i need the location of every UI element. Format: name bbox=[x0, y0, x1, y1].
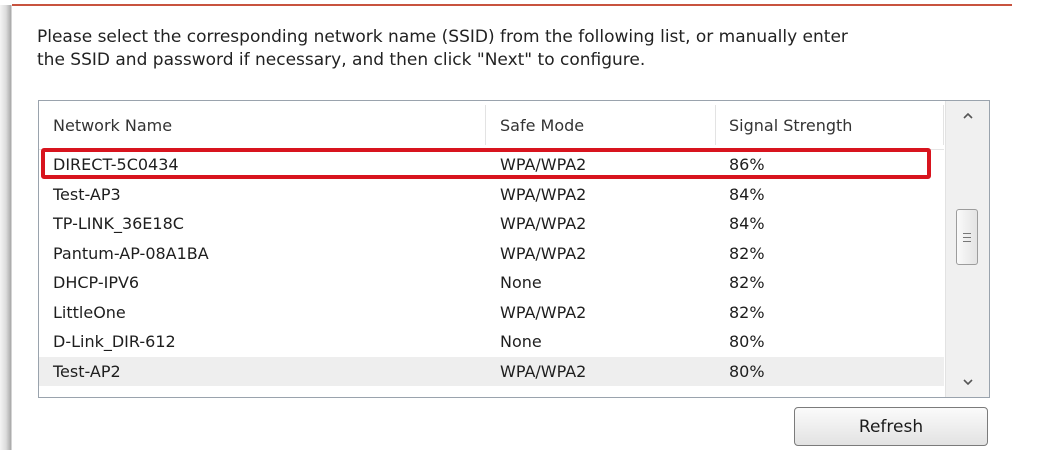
instructions-text: Please select the corresponding network … bbox=[37, 26, 997, 72]
table-row[interactable]: Test-AP3 WPA/WPA2 84% bbox=[39, 180, 944, 210]
window-left-border bbox=[0, 0, 12, 450]
network-name-cell: Pantum-AP-08A1BA bbox=[53, 243, 209, 263]
safe-mode-cell: WPA/WPA2 bbox=[500, 243, 587, 263]
network-name-cell: LittleOne bbox=[53, 302, 126, 322]
table-row[interactable]: DIRECT-5C0434 WPA/WPA2 86% bbox=[39, 150, 944, 180]
table-row[interactable]: D-Link_DIR-612 None 80% bbox=[39, 327, 944, 357]
network-name-cell: Test-AP2 bbox=[53, 361, 121, 381]
refresh-button[interactable]: Refresh bbox=[794, 407, 988, 446]
safe-mode-cell: None bbox=[500, 332, 542, 351]
network-name-cell: TP-LINK_36E18C bbox=[53, 214, 184, 233]
network-name-cell: DIRECT-5C0434 bbox=[53, 155, 179, 174]
chevron-up-icon[interactable] bbox=[946, 101, 989, 131]
network-name-cell: D-Link_DIR-612 bbox=[53, 332, 176, 351]
column-header-network-name[interactable]: Network Name bbox=[53, 115, 172, 137]
table-row[interactable]: Pantum-AP-08A1BA WPA/WPA2 82% bbox=[39, 239, 944, 269]
network-list-header: Network Name Safe Mode Signal Strength bbox=[39, 101, 944, 150]
column-header-safe-mode[interactable]: Safe Mode bbox=[500, 115, 584, 137]
column-divider bbox=[943, 105, 944, 145]
safe-mode-cell: WPA/WPA2 bbox=[500, 184, 587, 204]
table-row[interactable]: TP-LINK_36E18C WPA/WPA2 84% bbox=[39, 209, 944, 239]
network-list[interactable]: Network Name Safe Mode Signal Strength D… bbox=[38, 100, 990, 398]
safe-mode-cell: WPA/WPA2 bbox=[500, 302, 587, 322]
signal-strength-cell: 82% bbox=[729, 302, 765, 322]
window-top-accent bbox=[12, 4, 1012, 6]
table-row[interactable]: LittleOne WPA/WPA2 82% bbox=[39, 298, 944, 328]
safe-mode-cell: WPA/WPA2 bbox=[500, 361, 587, 381]
chevron-down-icon[interactable] bbox=[946, 367, 989, 397]
signal-strength-cell: 84% bbox=[729, 184, 765, 204]
network-list-rows: DIRECT-5C0434 WPA/WPA2 86% Test-AP3 WPA/… bbox=[39, 150, 944, 386]
signal-strength-cell: 82% bbox=[729, 243, 765, 263]
signal-strength-cell: 80% bbox=[729, 332, 765, 351]
signal-strength-cell: 84% bbox=[729, 214, 765, 233]
signal-strength-cell: 82% bbox=[729, 273, 765, 292]
network-list-scrollbar[interactable] bbox=[945, 101, 989, 397]
column-divider bbox=[485, 105, 486, 145]
column-header-signal-strength[interactable]: Signal Strength bbox=[729, 115, 852, 137]
column-divider bbox=[715, 105, 716, 145]
instructions-line-1: Please select the corresponding network … bbox=[37, 27, 848, 47]
grip-icon bbox=[963, 232, 971, 242]
table-row[interactable]: Test-AP2 WPA/WPA2 80% bbox=[39, 356, 944, 386]
network-name-cell: DHCP-IPV6 bbox=[53, 273, 140, 292]
instructions-line-2: the SSID and password if necessary, and … bbox=[37, 50, 646, 70]
safe-mode-cell: WPA/WPA2 bbox=[500, 214, 587, 233]
scroll-thumb[interactable] bbox=[956, 209, 978, 265]
network-name-cell: Test-AP3 bbox=[53, 184, 121, 204]
signal-strength-cell: 80% bbox=[729, 361, 765, 381]
table-row[interactable]: DHCP-IPV6 None 82% bbox=[39, 268, 944, 298]
safe-mode-cell: None bbox=[500, 273, 542, 292]
safe-mode-cell: WPA/WPA2 bbox=[500, 155, 587, 174]
signal-strength-cell: 86% bbox=[729, 155, 765, 174]
